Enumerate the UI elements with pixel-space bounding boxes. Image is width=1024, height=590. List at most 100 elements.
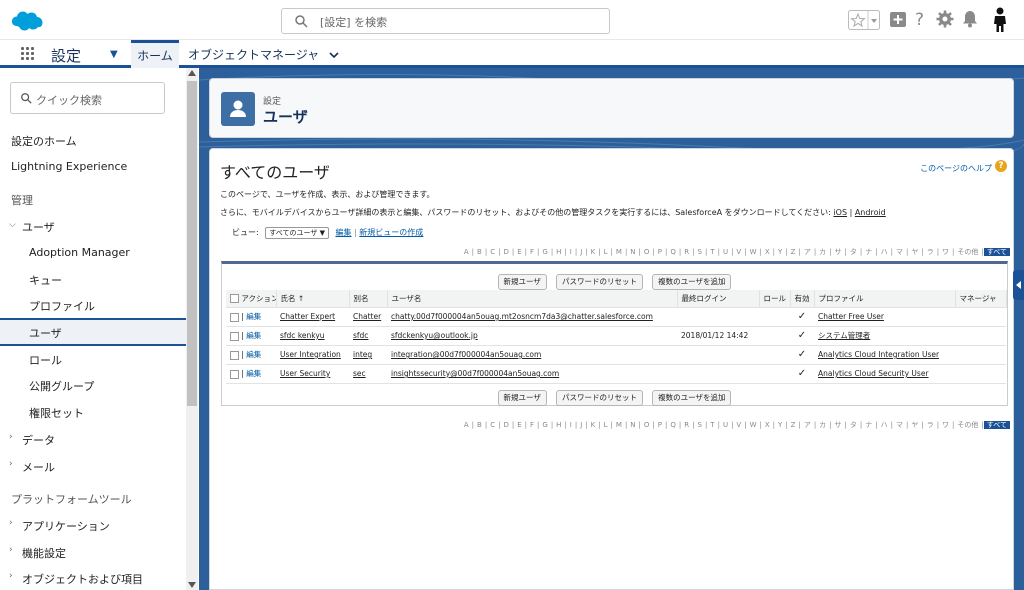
alphabet-filter-letter[interactable]: ア	[801, 421, 814, 429]
row-checkbox[interactable]	[230, 331, 239, 341]
username-link[interactable]: sfdckenkyu@outlook.jp	[391, 331, 478, 340]
alphabet-filter-letter[interactable]: U	[720, 248, 731, 256]
global-search-input[interactable]: [設定] を検索	[281, 8, 610, 34]
tab-object-manager[interactable]: オブジェクトマネージャ	[188, 40, 339, 68]
alphabet-filter-letter[interactable]: カ	[816, 421, 829, 429]
alphabet-filter-letter[interactable]: H	[553, 421, 564, 429]
alphabet-filter-letter[interactable]: B	[474, 421, 485, 429]
alphabet-filter-letter[interactable]: X	[762, 248, 773, 256]
alias-link[interactable]: sfdc	[353, 331, 368, 340]
alphabet-filter-letter[interactable]: Q	[667, 421, 679, 429]
sidebar-item-permission-sets[interactable]: 権限セット	[29, 405, 84, 421]
edit-link[interactable]: 編集	[246, 331, 261, 340]
quick-search-input[interactable]: クイック検索	[10, 82, 165, 114]
chevron-right-icon[interactable]: ›	[9, 432, 13, 442]
alphabet-filter-letter[interactable]: ワ	[939, 421, 952, 429]
sidebar-item-public-groups[interactable]: 公開グループ	[29, 378, 94, 394]
alphabet-filter-letter[interactable]: ナ	[862, 421, 875, 429]
alphabet-filter-letter[interactable]: F	[527, 248, 537, 256]
row-checkbox[interactable]	[230, 312, 239, 322]
help-icon[interactable]: ?	[995, 160, 1007, 172]
table-row[interactable]: | 編集 User Integration integ integration@00d…	[226, 345, 1006, 365]
edit-view-link[interactable]: 編集	[336, 228, 352, 237]
column-header-alias[interactable]: 別名	[349, 290, 388, 308]
column-header-name[interactable]: 氏名 ↑	[276, 290, 350, 308]
reset-password-button[interactable]: パスワードのリセット	[556, 274, 643, 290]
alphabet-filter-letter[interactable]: その他	[954, 248, 981, 256]
select-all-checkbox[interactable]	[230, 294, 239, 304]
table-row[interactable]: | 編集 User Security sec insightssecurity@00d…	[226, 364, 1006, 384]
alphabet-filter-letter[interactable]: P	[655, 421, 665, 429]
alphabet-filter-letter[interactable]: H	[553, 248, 564, 256]
alias-link[interactable]: integ	[353, 350, 372, 359]
add-multiple-users-button[interactable]: 複数のユーザを追加	[652, 390, 732, 406]
alphabet-filter-letter[interactable]: N	[627, 421, 638, 429]
edit-link[interactable]: 編集	[246, 369, 261, 378]
collapse-panel-handle[interactable]	[1013, 270, 1024, 300]
salesforce-cloud-logo[interactable]	[10, 8, 46, 32]
user-avatar-icon[interactable]	[992, 7, 1008, 33]
alphabet-filter-letter[interactable]: E	[514, 421, 524, 429]
sidebar-item-setup-home[interactable]: 設定のホーム	[11, 133, 77, 149]
alphabet-filter-letter[interactable]: すべて	[983, 248, 1010, 256]
column-header-username[interactable]: ユーザ名	[387, 290, 678, 308]
alphabet-filter-letter[interactable]: S	[694, 421, 704, 429]
alphabet-filter-letter[interactable]: G	[539, 248, 550, 256]
sidebar-item-email[interactable]: メール	[22, 459, 55, 475]
alphabet-filter-letter[interactable]: D	[500, 248, 511, 256]
help-question-icon[interactable]: ?	[914, 10, 928, 28]
profile-link[interactable]: Chatter Free User	[818, 312, 884, 321]
column-header-last-login[interactable]: 最終ログイン	[677, 290, 760, 308]
alphabet-filter-letter[interactable]: ア	[801, 248, 814, 256]
scroll-up-arrow-icon[interactable]	[188, 70, 196, 76]
alphabet-filter-letter[interactable]: W	[747, 421, 760, 429]
alphabet-filter-letter[interactable]: Z	[788, 248, 799, 256]
android-link[interactable]: Android	[855, 208, 886, 217]
alphabet-filter-letter[interactable]: L	[601, 421, 611, 429]
table-row[interactable]: | 編集 sfdc kenkyu sfdc sfdckenkyu@outlook.jp…	[226, 326, 1006, 346]
alphabet-filter-letter[interactable]: サ	[832, 421, 845, 429]
profile-link[interactable]: Analytics Cloud Integration User	[818, 350, 939, 359]
alphabet-filter-letter[interactable]: タ	[847, 421, 860, 429]
view-select[interactable]: すべてのユーザ ▼	[265, 227, 329, 239]
alphabet-filter-letter[interactable]: X	[762, 421, 773, 429]
chevron-right-icon[interactable]: ›	[9, 518, 13, 528]
alphabet-filter-letter[interactable]: I	[567, 421, 575, 429]
alphabet-filter-letter[interactable]: ラ	[924, 421, 937, 429]
alphabet-filter-letter[interactable]: D	[500, 421, 511, 429]
create-new-view-link[interactable]: 新規ビューの作成	[359, 228, 423, 237]
alphabet-filter-letter[interactable]: E	[514, 248, 524, 256]
alphabet-filter-letter[interactable]: R	[681, 248, 692, 256]
chevron-right-icon[interactable]: ›	[9, 545, 13, 555]
column-header-active[interactable]: 有効	[790, 290, 815, 308]
alphabet-filter-letter[interactable]: P	[655, 248, 665, 256]
sidebar-item-queues[interactable]: キュー	[29, 272, 62, 288]
username-link[interactable]: chatty.00d7f000004an5ouag.mt2osncm7da3@c…	[391, 312, 653, 321]
sidebar-item-lightning-experience[interactable]: Lightning Experience	[11, 160, 127, 173]
alphabet-filter-letter[interactable]: N	[627, 248, 638, 256]
user-name-link[interactable]: sfdc kenkyu	[280, 331, 325, 340]
new-user-button[interactable]: 新規ユーザ	[497, 274, 547, 290]
app-launcher-waffle-icon[interactable]	[21, 47, 35, 61]
alphabet-filter-letter[interactable]: B	[474, 248, 485, 256]
alphabet-filter-letter[interactable]: T	[707, 248, 717, 256]
chevron-right-icon[interactable]: ›	[9, 459, 13, 469]
alphabet-filter-letter[interactable]: V	[733, 248, 744, 256]
row-checkbox[interactable]	[230, 350, 239, 360]
alphabet-filter-letter[interactable]: K	[588, 248, 599, 256]
sidebar-item-feature-settings[interactable]: 機能設定	[22, 545, 66, 561]
alphabet-filter-letter[interactable]: C	[487, 421, 498, 429]
alphabet-filter-letter[interactable]: ラ	[924, 248, 937, 256]
username-link[interactable]: integration@00d7f000004an5ouag.com	[391, 350, 541, 359]
notifications-bell-icon[interactable]	[962, 10, 978, 28]
alphabet-filter-letter[interactable]: M	[613, 421, 625, 429]
alphabet-filter-letter[interactable]: V	[733, 421, 744, 429]
ios-link[interactable]: iOS	[833, 208, 847, 217]
favorites-star-icon[interactable]	[848, 10, 880, 30]
alphabet-filter-letter[interactable]: U	[720, 421, 731, 429]
user-name-link[interactable]: Chatter Expert	[280, 312, 335, 321]
alphabet-filter-letter[interactable]: M	[613, 248, 625, 256]
alphabet-filter-letter[interactable]: その他	[954, 421, 981, 429]
alphabet-filter-letter[interactable]: W	[747, 248, 760, 256]
alphabet-filter-letter[interactable]: O	[641, 248, 653, 256]
